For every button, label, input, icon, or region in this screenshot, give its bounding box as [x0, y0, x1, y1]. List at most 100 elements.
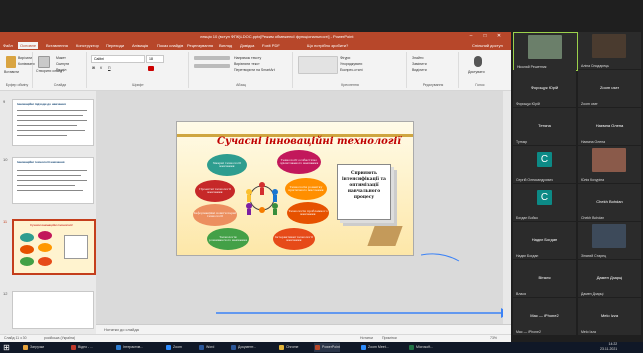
underline-button[interactable]: П [108, 66, 111, 70]
participant-tile[interactable]: Аліна Сподарець [578, 32, 641, 69]
participant-tile[interactable]: Юлія Кочуріна [578, 146, 641, 183]
bold-button[interactable]: Ж [92, 66, 95, 70]
replace-button[interactable]: Замінити [412, 62, 427, 66]
text-direction-button[interactable]: Напрямок тексту [234, 56, 261, 60]
participant-tile[interactable]: C Богдан Бойко [513, 184, 576, 221]
align-text-button[interactable]: Вирівняти текст [234, 62, 260, 66]
notes-toggle[interactable]: Нотатки [360, 336, 373, 340]
paste-icon[interactable] [6, 56, 16, 68]
participant-tile[interactable]: C Сергій Олександрович [513, 146, 576, 183]
taskbar-item[interactable]: Zoom Meet... [360, 343, 389, 352]
participant-tile[interactable]: Дамен Дзарці Дамен Дзарці [578, 260, 641, 297]
close-icon[interactable]: ✕ [494, 33, 504, 39]
bubble-ict[interactable]: Інформаційні комп'ютерні технології [193, 204, 237, 226]
tab-home[interactable]: Основне [18, 42, 39, 49]
participant-tile[interactable]: Ніколай Решетник [513, 32, 578, 71]
copy-button[interactable]: Копіювати [18, 62, 35, 66]
participant-tile[interactable]: Надєє Богдан Надєє Богдан [513, 222, 576, 259]
bubble-project-tech[interactable]: Проектні технології навчання [195, 180, 235, 202]
bubble-cloud-tech[interactable]: Хмарні технології навчання [207, 154, 247, 176]
find-button[interactable]: Знайти [412, 56, 424, 60]
bubble-shape [38, 231, 52, 240]
tab-slideshow[interactable]: Показ слайдів [157, 42, 183, 49]
bubble-problem-learning[interactable]: Технологія проблемного навчання [287, 202, 329, 224]
shapes-button[interactable]: Фігури [340, 56, 350, 60]
italic-button[interactable]: К [100, 66, 102, 70]
maximize-icon[interactable]: □ [480, 33, 490, 39]
zoom-level[interactable]: 73% [490, 336, 497, 340]
participant-tile[interactable]: Chekh Bohdan Chekh Bohdan [578, 184, 641, 221]
slide-editing-area[interactable]: Сучасні інноваційні технології Хмарні те… [96, 91, 511, 324]
bubble-interactive-tech[interactable]: Інтерактивні технології навчання [273, 228, 315, 250]
participant-tile[interactable]: Melo Izza Melo Izza [578, 298, 641, 335]
taskbar-item-active[interactable]: PowerPoint [314, 343, 340, 352]
align-icon[interactable] [194, 64, 230, 68]
arrange-button[interactable]: Упорядкувати [340, 62, 362, 66]
bubble-personal-oriented[interactable]: Технології особистісно орієнтованого нав… [277, 150, 321, 174]
comments-toggle[interactable]: Примітки [382, 336, 397, 340]
participant-tile[interactable]: Віталя Влася [513, 260, 576, 297]
tell-me-search[interactable]: Що потрібно зробити? [307, 42, 348, 49]
tab-help[interactable]: Довідка [240, 42, 254, 49]
participant-tile[interactable]: Наємна Олена Наємна Олена [578, 108, 641, 145]
tab-view[interactable]: Вигляд [219, 42, 232, 49]
quick-styles-button[interactable]: Експрес-стилі [340, 68, 363, 72]
bubble-developing-learning[interactable]: Технологія розвиваючого навчання [207, 228, 249, 250]
slide-title[interactable]: Сучасні інноваційні технології [217, 136, 401, 147]
list-icon[interactable] [194, 56, 230, 60]
paste-button[interactable]: Вставити [4, 70, 19, 74]
layout-button[interactable]: Макет [56, 56, 66, 60]
taskbar-item[interactable]: Відео - ... [70, 343, 93, 352]
tab-transitions[interactable]: Переходи [106, 42, 124, 49]
bubble-critical-thinking[interactable]: Технологія розвитку критичного мислення [285, 178, 327, 200]
participant-tile[interactable]: Форощук Юрій Форощук Юрій [513, 70, 576, 107]
slide-thumbnail-selected[interactable]: Сучасні інноваційні технології [12, 219, 96, 275]
reset-button[interactable]: Скинути [56, 62, 69, 66]
participant-name: Zoom user [581, 102, 598, 106]
convert-smartart-button[interactable]: Перетворити на SmartArt [234, 68, 275, 72]
participant-tile[interactable]: Тетяна Тупчяр [513, 108, 576, 145]
dictate-button[interactable]: Диктувати [468, 70, 485, 74]
minimize-icon[interactable]: – [466, 33, 476, 39]
tab-file[interactable]: Файл [3, 42, 13, 49]
tab-design[interactable]: Конструктор [76, 42, 99, 49]
text-line [17, 120, 87, 121]
share-button[interactable]: Спільний доступ [472, 42, 503, 49]
participant-tile[interactable]: Mac — iPhone2 Mac — iPhone2 [513, 298, 576, 335]
participant-tile[interactable]: Zoom user Zoom user [578, 70, 641, 107]
tab-animations[interactable]: Анімація [132, 42, 148, 49]
slide-thumbnail[interactable]: Інноваційні технології навчання [12, 157, 94, 204]
taskbar-item[interactable]: Загрузки [22, 343, 44, 352]
shapes-gallery-icon[interactable] [298, 56, 338, 74]
taskbar-item[interactable]: Документ... [230, 343, 256, 352]
taskbar-item[interactable]: Zoom [165, 343, 182, 352]
tab-foxit[interactable]: Foxit PDF [262, 42, 280, 49]
current-slide[interactable]: Сучасні інноваційні технології Хмарні те… [176, 121, 414, 256]
taskbar-item[interactable]: Microsoft... [408, 343, 433, 352]
new-slide-icon[interactable] [38, 56, 50, 68]
start-icon[interactable]: ⊞ [2, 343, 11, 352]
section-button[interactable]: Розділ [56, 68, 66, 72]
language-indicator[interactable]: російська (Україна) [44, 336, 75, 340]
taskbar-item[interactable]: Word [198, 343, 214, 352]
result-box[interactable]: Сприяють інтенсифікації та оптимізації н… [337, 164, 391, 220]
select-button[interactable]: Виділити [412, 68, 427, 72]
taskbar-label: Загрузки [30, 345, 45, 349]
box-shape [64, 235, 88, 259]
system-clock[interactable]: 14:22 23.11.2021 [600, 342, 617, 352]
microphone-icon[interactable] [474, 56, 482, 67]
font-color-icon[interactable] [148, 66, 154, 71]
font-name-field[interactable]: Calibri [91, 55, 145, 63]
tab-review[interactable]: Рецензування [187, 42, 213, 49]
participant-tile[interactable]: Зінатий Старец [578, 222, 641, 259]
taskbar-item[interactable]: Інтерактив... [115, 343, 143, 352]
slide-thumbnail[interactable]: Інноваційні підходи до навчання [12, 99, 94, 146]
vertical-scrollbar[interactable] [503, 91, 511, 324]
participant-display-name: Віталя [538, 275, 551, 280]
taskbar-item[interactable]: Chrome [278, 343, 298, 352]
tab-insert[interactable]: Вставлення [46, 42, 68, 49]
font-size-field[interactable]: 18 [146, 55, 164, 63]
slide-thumbnail[interactable] [12, 291, 94, 329]
cut-button[interactable]: Вирізати [18, 56, 32, 60]
result-box-text: Сприяють інтенсифікації та оптимізації н… [342, 171, 386, 200]
